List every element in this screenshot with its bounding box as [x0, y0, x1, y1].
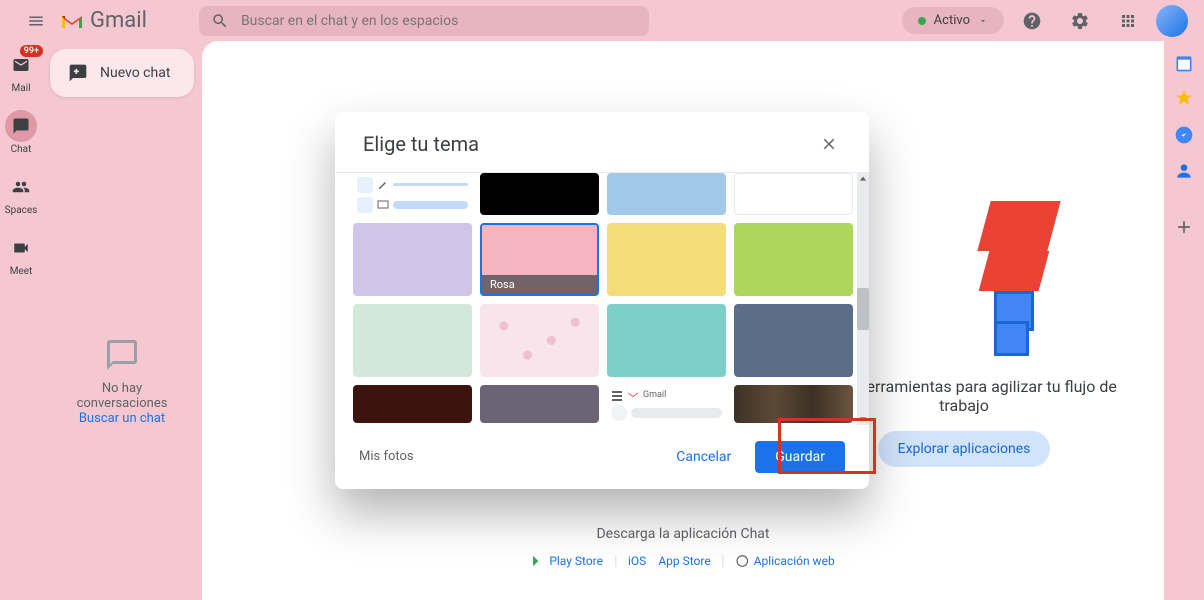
- theme-tile-pink-selected[interactable]: Rosa: [480, 223, 599, 296]
- theme-tile-lavender[interactable]: [353, 223, 472, 296]
- scroll-down-icon[interactable]: [859, 415, 867, 423]
- dialog-title: Elige tu tema: [363, 132, 479, 156]
- pencil-icon: [377, 179, 389, 191]
- theme-tile-darkred[interactable]: [353, 385, 472, 423]
- my-photos-link[interactable]: Mis fotos: [359, 449, 414, 464]
- theme-tile-yellow[interactable]: [607, 223, 726, 296]
- save-button[interactable]: Guardar: [755, 441, 845, 473]
- theme-dialog: Elige tu tema Rosa: [335, 112, 869, 489]
- monitor-icon: [377, 199, 389, 211]
- scrollbar-track[interactable]: [857, 173, 869, 425]
- scrollbar-thumb[interactable]: [857, 288, 869, 330]
- theme-tile-preview-gmail[interactable]: Gmail: [607, 385, 726, 423]
- theme-label-rosa: Rosa: [482, 275, 597, 294]
- theme-tile-purplegray[interactable]: [480, 385, 599, 423]
- hamburger-small-icon: [611, 389, 623, 401]
- dialog-close-button[interactable]: [817, 132, 841, 156]
- close-icon: [820, 135, 838, 153]
- theme-tile-black[interactable]: [480, 173, 599, 215]
- theme-tile-white[interactable]: [734, 173, 853, 215]
- cancel-button[interactable]: Cancelar: [664, 441, 743, 473]
- dialog-body[interactable]: Rosa Gmail: [335, 173, 869, 425]
- scroll-up-icon[interactable]: [859, 175, 867, 183]
- theme-tile-preview-light[interactable]: [353, 173, 472, 215]
- theme-dialog-overlay: Elige tu tema Rosa: [0, 0, 1204, 600]
- theme-tile-mint[interactable]: [353, 304, 472, 377]
- theme-tile-lime[interactable]: [734, 223, 853, 296]
- theme-tile-lightblue[interactable]: [607, 173, 726, 215]
- gmail-small-icon: [627, 390, 639, 400]
- theme-tile-slate[interactable]: [734, 304, 853, 377]
- theme-tile-teal[interactable]: [607, 304, 726, 377]
- theme-tile-wood[interactable]: [734, 385, 853, 423]
- theme-tile-cherry[interactable]: [480, 304, 599, 377]
